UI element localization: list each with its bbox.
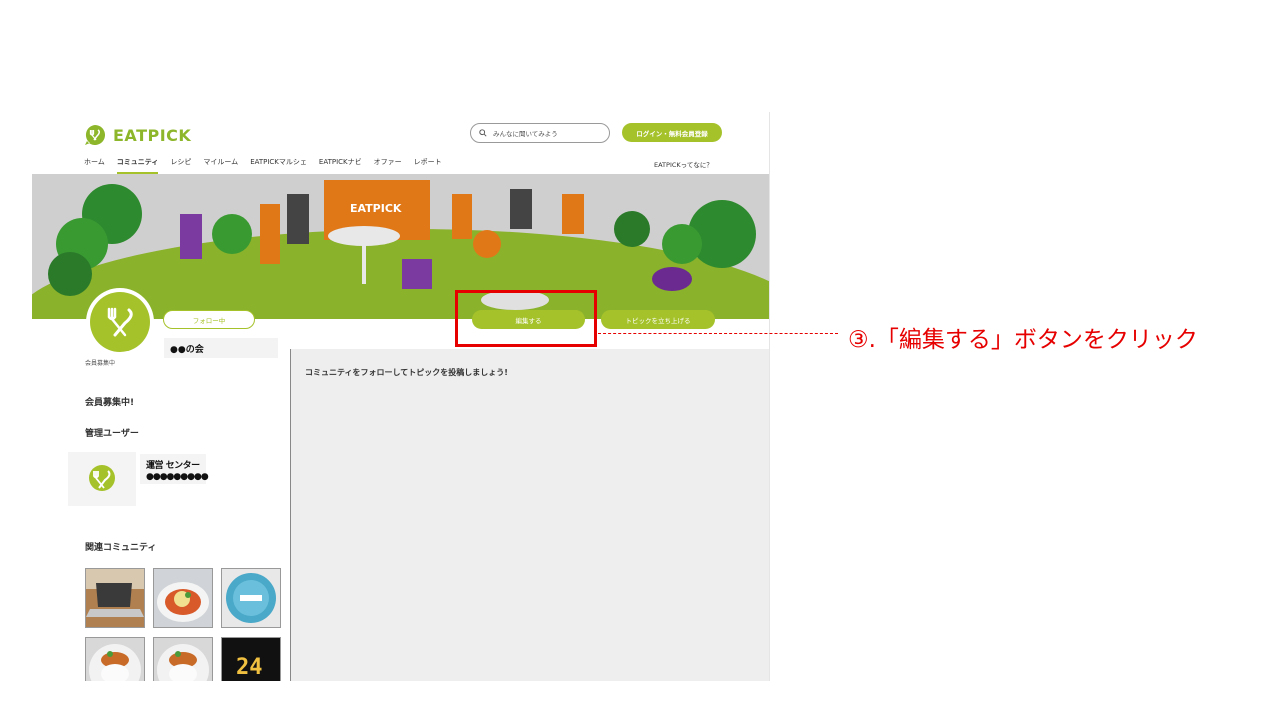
admin-user-card[interactable]: 運営 センター ●●●●●●●●● [68,452,216,506]
logo-text: EATPICK [113,125,192,145]
related-community-heading: 関連コミュニティ [85,543,157,553]
fork-knife-icon [89,465,115,491]
thumb-24-label: 24 [236,655,263,680]
recruit-status: 会員募集中 [85,360,116,367]
related-community-thumb[interactable] [153,568,213,628]
related-community-thumb[interactable] [153,637,213,681]
topic-panel: コミュニティをフォローしてトピックを投稿しましょう! [290,349,769,681]
related-community-thumb[interactable] [85,637,145,681]
nav-item-marche[interactable]: EATPICKマルシェ [250,157,307,167]
community-name: ●●の会 [164,338,278,358]
admin-user-subtext: ●●●●●●●●● [146,472,209,482]
admin-user-name: 運営 センター [146,461,200,471]
screenshot-frame: EATPICK みんなに聞いてみよう ログイン・無料会員登録 ホーム コミュニテ… [32,112,770,681]
community-avatar [86,288,154,356]
admin-user-heading: 管理ユーザー [85,429,139,439]
highlight-box [455,290,597,347]
search-icon [479,129,487,137]
nav-item-recipe[interactable]: レシピ [170,157,191,167]
curry-photo-icon [154,638,212,681]
search-placeholder: みんなに聞いてみよう [493,130,558,138]
fork-knife-icon [107,307,133,337]
nav-item-report[interactable]: レポート [414,157,442,167]
annotation-text: ③.「編集する」ボタンをクリック [848,327,1198,353]
nav-item-navi[interactable]: EATPICKナビ [319,157,362,167]
about-eatpick-link[interactable]: EATPICKってなに？ [654,159,713,169]
number-24-photo-icon: 24 [222,638,280,681]
dish-photo-icon [154,569,212,627]
related-community-thumb[interactable]: 24 [221,637,281,681]
related-community-thumb[interactable] [85,568,145,628]
laptop-photo-icon [86,569,144,627]
recruit-heading: 会員募集中! [85,398,135,408]
follow-button[interactable]: フォロー中 [163,310,255,329]
nav-item-myroom[interactable]: マイルーム [203,157,238,167]
annotation-leader-line [598,333,838,334]
follow-prompt-message: コミュニティをフォローしてトピックを投稿しましょう! [305,368,508,377]
logo-mark-icon [85,125,105,145]
nav-item-home[interactable]: ホーム [84,157,105,167]
nav-item-offer[interactable]: オファー [374,157,402,167]
curry-photo-icon [86,638,144,681]
admin-avatar [68,452,136,506]
nav-item-community[interactable]: コミュニティ [116,157,158,174]
eatpick-logo[interactable]: EATPICK [84,124,191,146]
related-community-thumb[interactable] [221,568,281,628]
main-nav: ホーム コミュニティ レシピ マイルーム EATPICKマルシェ EATPICK… [84,157,442,174]
search-input[interactable]: みんなに聞いてみよう [470,123,610,143]
start-topic-button[interactable]: トピックを立ち上げる [601,310,715,329]
login-register-button[interactable]: ログイン・無料会員登録 [622,123,722,142]
plate-photo-icon [222,569,280,627]
banner-sign-text: EATPICK [350,202,402,215]
